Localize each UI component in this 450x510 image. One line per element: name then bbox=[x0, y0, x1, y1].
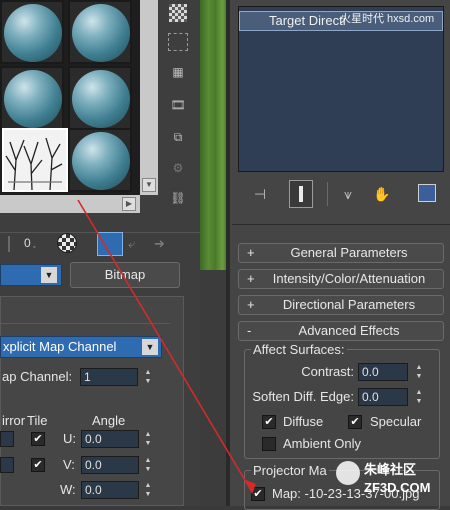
sample-slots-horizontal-scrollbar[interactable]: ▶ bbox=[0, 195, 140, 213]
tile-header: Tile bbox=[27, 413, 48, 428]
dropdown-arrow-icon: ▼ bbox=[41, 267, 57, 283]
backlight-icon[interactable] bbox=[168, 33, 188, 51]
end-result-bar-icon bbox=[299, 186, 303, 202]
angle-v-spinner[interactable]: ▲ ▼ bbox=[143, 456, 153, 474]
map-type-button[interactable]: Bitmap bbox=[70, 262, 180, 288]
light-list[interactable]: Target Directi bbox=[238, 6, 444, 172]
sample-slot[interactable] bbox=[0, 66, 64, 130]
show-end-result-button[interactable] bbox=[289, 180, 313, 208]
angle-u-spinner[interactable]: ▲ ▼ bbox=[143, 430, 153, 448]
mapping-dropdown-value: xplicit Map Channel bbox=[3, 339, 117, 354]
coordinates-panel bbox=[0, 296, 184, 506]
rollout-toggle-icon: - bbox=[247, 323, 252, 338]
sample-slot[interactable] bbox=[68, 66, 132, 130]
watermark-text: 朱峰社区 ZF3D.COM bbox=[364, 462, 431, 495]
go-forward-sibling-icon[interactable]: ➜ bbox=[154, 236, 165, 252]
viewport-lower bbox=[200, 270, 226, 506]
ambient-only-checkbox[interactable] bbox=[262, 437, 276, 451]
configure-modifier-sets-icon[interactable] bbox=[418, 184, 436, 202]
scroll-down-arrow-icon[interactable]: ▼ bbox=[142, 178, 156, 192]
sample-slots bbox=[0, 0, 140, 195]
options-icon[interactable]: ⚙ bbox=[168, 158, 188, 178]
sample-slot-bitmap[interactable] bbox=[2, 128, 68, 192]
watermark-bottom-right: 朱峰社区 ZF3D.COM bbox=[336, 459, 446, 503]
specular-label: Specular bbox=[370, 414, 422, 429]
angle-header: Angle bbox=[92, 413, 126, 428]
mapping-dropdown[interactable]: xplicit Map Channel ▼ bbox=[0, 336, 162, 358]
contrast-label: Contrast: bbox=[301, 364, 354, 379]
mirror-header: irror bbox=[2, 413, 26, 428]
rollout-label: Directional Parameters bbox=[282, 297, 416, 312]
rollout-advanced-effects[interactable]: - Advanced Effects bbox=[238, 321, 444, 341]
watermark-logo-icon bbox=[336, 461, 360, 485]
watermark-top-right: 火星时代 hxsd.com bbox=[340, 13, 435, 25]
toolbar-value-label: 0 bbox=[24, 236, 31, 250]
rollout-general-parameters[interactable]: + General Parameters bbox=[238, 243, 444, 263]
video-color-check-icon[interactable]: 🎞 bbox=[168, 95, 188, 115]
angle-u-field[interactable]: 0.0 bbox=[81, 430, 139, 448]
panel-rule bbox=[232, 224, 450, 225]
pin-stack-icon[interactable]: ⊣ bbox=[250, 184, 270, 204]
rollout-toggle-icon: + bbox=[247, 245, 255, 260]
toolbar-small-icon: ◦ bbox=[33, 244, 36, 251]
stack-toolbar-divider bbox=[327, 182, 328, 206]
mirror-field-v[interactable] bbox=[0, 457, 14, 473]
affect-surfaces-label: Affect Surfaces: bbox=[251, 342, 347, 357]
make-unique-icon[interactable]: ⩛ bbox=[338, 184, 358, 204]
light-list-item-label: Target Directi bbox=[269, 13, 346, 28]
projector-map-checkbox[interactable]: ✔ bbox=[251, 487, 265, 501]
rollout-toggle-icon: + bbox=[247, 271, 255, 286]
scroll-right-arrow-icon[interactable]: ▶ bbox=[122, 197, 136, 211]
rollout-label: Advanced Effects bbox=[298, 323, 400, 338]
bitmap-thumbnail-icon bbox=[4, 130, 66, 190]
checker-background-icon[interactable] bbox=[169, 4, 187, 22]
rollout-directional-parameters[interactable]: + Directional Parameters bbox=[238, 295, 444, 315]
select-by-material-icon[interactable]: ⛓ bbox=[168, 188, 188, 208]
diffuse-label: Diffuse bbox=[283, 414, 324, 429]
rollout-label: General Parameters bbox=[290, 245, 408, 260]
angle-w-spinner[interactable]: ▲ ▼ bbox=[143, 481, 153, 499]
map-channel-field[interactable]: 1 bbox=[80, 368, 138, 386]
diffuse-checkbox[interactable]: ✔ bbox=[262, 415, 276, 429]
soften-diff-edge-spinner[interactable]: ▲ ▼ bbox=[414, 388, 424, 406]
show-end-result-icon[interactable] bbox=[97, 232, 123, 256]
contrast-field[interactable]: 0.0 bbox=[358, 363, 408, 381]
map-channel-spinner[interactable]: ▲ ▼ bbox=[143, 368, 153, 386]
soften-diff-edge-label: Soften Diff. Edge: bbox=[252, 389, 354, 404]
tile-v-checkbox[interactable]: ✔ bbox=[31, 458, 45, 472]
material-name-dropdown[interactable]: ▼ bbox=[0, 264, 62, 286]
rollout-toggle-icon: + bbox=[247, 297, 255, 312]
mirror-field-u[interactable] bbox=[0, 431, 14, 447]
angle-w-label: W: bbox=[60, 482, 76, 497]
viewport-strip bbox=[200, 0, 228, 270]
show-map-in-viewport-icon[interactable] bbox=[57, 233, 77, 253]
rollout-intensity-color-attenuation[interactable]: + Intensity/Color/Attenuation bbox=[238, 269, 444, 289]
sample-slot[interactable] bbox=[0, 0, 64, 64]
toolbar-divider bbox=[8, 236, 10, 252]
sample-slots-vertical-scrollbar[interactable]: ▼ bbox=[140, 0, 158, 195]
make-preview-icon[interactable]: ⧉ bbox=[168, 127, 188, 147]
angle-w-field[interactable]: 0.0 bbox=[81, 481, 139, 499]
sample-slot[interactable] bbox=[68, 0, 132, 64]
ambient-only-label: Ambient Only bbox=[283, 436, 362, 451]
angle-v-label: V: bbox=[63, 457, 75, 472]
rollout-label: Intensity/Color/Attenuation bbox=[272, 271, 426, 286]
projector-map-label: Projector Ma bbox=[251, 463, 329, 478]
tile-u-checkbox[interactable]: ✔ bbox=[31, 432, 45, 446]
sample-uv-tiling-icon[interactable]: ▦ bbox=[168, 62, 188, 82]
dropdown-arrow-icon: ▼ bbox=[142, 339, 158, 355]
go-to-parent-icon[interactable]: ⤶ bbox=[128, 236, 135, 252]
specular-checkbox[interactable]: ✔ bbox=[348, 415, 362, 429]
sample-slot[interactable] bbox=[68, 128, 132, 192]
map-channel-label: ap Channel: bbox=[2, 369, 73, 384]
remove-modifier-icon[interactable]: ✋ bbox=[372, 184, 392, 204]
angle-u-label: U: bbox=[63, 431, 76, 446]
contrast-spinner[interactable]: ▲ ▼ bbox=[414, 363, 424, 381]
soften-diff-edge-field[interactable]: 0.0 bbox=[358, 388, 408, 406]
angle-v-field[interactable]: 0.0 bbox=[81, 456, 139, 474]
panel-separator bbox=[0, 304, 170, 324]
